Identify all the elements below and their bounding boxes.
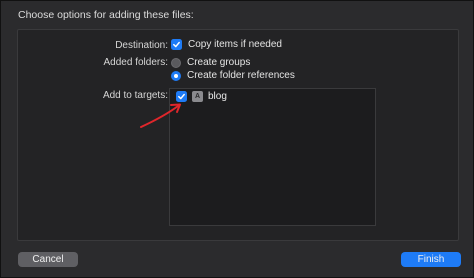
create-groups-option[interactable]: Create groups xyxy=(171,57,250,68)
create-groups-radio[interactable] xyxy=(171,57,181,68)
added-folders-label: Added folders: xyxy=(103,57,169,68)
copy-items-label: Copy items if needed xyxy=(188,39,282,50)
cancel-button[interactable]: Cancel xyxy=(18,252,78,267)
create-groups-label: Create groups xyxy=(187,57,251,68)
copy-items-checkbox[interactable] xyxy=(171,39,182,50)
targets-list[interactable]: A blog xyxy=(169,88,376,226)
add-files-dialog: Choose options for adding these files: D… xyxy=(0,0,474,278)
create-folder-references-radio[interactable] xyxy=(171,70,181,81)
app-target-icon: A xyxy=(192,91,203,102)
options-panel: Destination: Copy items if needed Added … xyxy=(17,29,459,241)
dialog-title: Choose options for adding these files: xyxy=(18,9,194,21)
copy-items-option[interactable]: Copy items if needed xyxy=(171,39,282,50)
red-arrow-annotation-icon xyxy=(140,103,181,128)
target-name: blog xyxy=(208,91,227,102)
create-folder-references-label: Create folder references xyxy=(187,70,295,81)
checkmark-icon xyxy=(173,41,180,48)
destination-label: Destination: xyxy=(115,40,168,51)
create-folder-references-option[interactable]: Create folder references xyxy=(171,70,295,81)
finish-button[interactable]: Finish xyxy=(401,252,461,267)
